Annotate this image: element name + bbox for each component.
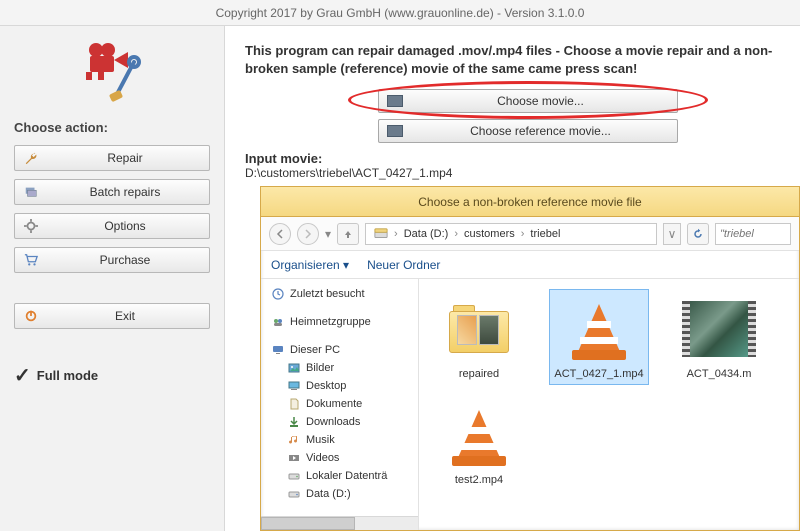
file-name: ACT_0427_1.mp4	[552, 368, 646, 380]
choose-movie-label: Choose movie...	[413, 94, 669, 108]
pictures-icon	[287, 361, 301, 375]
music-icon	[287, 433, 301, 447]
instructions-text: This program can repair damaged .mov/.mp…	[245, 42, 790, 77]
file-item-folder[interactable]: repaired	[429, 289, 529, 385]
desktop-icon	[287, 379, 301, 393]
file-item-video-thumb[interactable]: ACT_0434.m	[669, 289, 769, 385]
file-item-video[interactable]: test2.mp4	[429, 395, 529, 491]
folder-icon	[449, 305, 509, 353]
app-logo	[82, 42, 142, 102]
power-icon	[23, 308, 39, 324]
breadcrumb-seg-0[interactable]: Data (D:)	[400, 228, 453, 240]
file-item-selected[interactable]: ACT_0427_1.mp4	[549, 289, 649, 385]
repair-label: Repair	[49, 151, 201, 165]
dialog-toolbar: Organisieren ▾ Neuer Ordner	[261, 251, 799, 279]
tree-data-drive[interactable]: Data (D:)	[265, 485, 414, 503]
organize-button[interactable]: Organisieren ▾	[271, 258, 349, 272]
file-dialog: Choose a non-broken reference movie file…	[260, 186, 800, 531]
full-mode-indicator: ✓ Full mode	[14, 363, 210, 388]
breadcrumb[interactable]: Data (D:) customers triebel	[365, 223, 657, 245]
vlc-cone-icon	[569, 296, 629, 362]
choose-reference-label: Choose reference movie...	[413, 124, 669, 138]
input-movie-label: Input movie:	[245, 151, 790, 166]
nav-forward-button[interactable]	[297, 223, 319, 245]
options-button[interactable]: Options	[14, 213, 210, 239]
file-pane: repaired ACT_0427_1.mp4 ACT_0434.m test2…	[419, 279, 799, 530]
batch-label: Batch repairs	[49, 185, 201, 199]
breadcrumb-drive-icon	[370, 228, 392, 240]
input-movie-path: D:\customers\triebel\ACT_0427_1.mp4	[245, 166, 790, 180]
breadcrumb-seg-1[interactable]: customers	[460, 228, 519, 240]
batch-repairs-button[interactable]: Batch repairs	[14, 179, 210, 205]
pc-icon	[271, 343, 285, 357]
dialog-title: Choose a non-broken reference movie file	[418, 195, 641, 209]
tree-videos[interactable]: Videos	[265, 449, 414, 467]
vlc-cone-icon	[449, 402, 509, 468]
exit-label: Exit	[49, 309, 201, 323]
file-name: ACT_0434.m	[672, 368, 766, 380]
tree-desktop[interactable]: Desktop	[265, 377, 414, 395]
stack-icon	[23, 184, 39, 200]
breadcrumb-dropdown-icon[interactable]: ∨	[663, 223, 681, 245]
dialog-titlebar: Choose a non-broken reference movie file	[261, 187, 799, 217]
homegroup-icon	[271, 315, 285, 329]
choose-reference-button[interactable]: Choose reference movie...	[378, 119, 678, 143]
nav-back-button[interactable]	[269, 223, 291, 245]
videos-icon	[287, 451, 301, 465]
exit-button[interactable]: Exit	[14, 303, 210, 329]
sidebar: Choose action: Repair Batch repairs Opti…	[0, 26, 225, 531]
documents-icon	[287, 397, 301, 411]
tree-local-disk[interactable]: Lokaler Datenträ	[265, 467, 414, 485]
cart-icon	[23, 252, 39, 268]
refresh-button[interactable]	[687, 223, 709, 245]
choose-movie-button[interactable]: Choose movie...	[378, 89, 678, 113]
tree-bilder[interactable]: Bilder	[265, 359, 414, 377]
file-name: test2.mp4	[432, 474, 526, 486]
tree-downloads[interactable]: Downloads	[265, 413, 414, 431]
options-label: Options	[49, 219, 201, 233]
repair-button[interactable]: Repair	[14, 145, 210, 171]
video-thumbnail-icon	[682, 301, 756, 357]
nav-tree: Zuletzt besucht Heimnetzgruppe Dieser PC…	[261, 279, 419, 530]
film-icon	[387, 125, 403, 137]
recent-dropdown-icon[interactable]: ▾	[325, 227, 331, 241]
film-icon	[387, 95, 403, 107]
tree-thispc[interactable]: Dieser PC	[265, 341, 414, 359]
tree-dokumente[interactable]: Dokumente	[265, 395, 414, 413]
nav-up-button[interactable]	[337, 223, 359, 245]
new-folder-button[interactable]: Neuer Ordner	[367, 258, 440, 272]
disk-icon	[287, 469, 301, 483]
recent-icon	[271, 287, 285, 301]
tree-homegroup[interactable]: Heimnetzgruppe	[265, 313, 414, 331]
file-name: repaired	[432, 368, 526, 380]
full-mode-label: Full mode	[37, 368, 98, 383]
gear-icon	[23, 218, 39, 234]
drive-icon	[287, 487, 301, 501]
window-titlebar: Copyright 2017 by Grau GmbH (www.grauonl…	[0, 0, 800, 26]
purchase-button[interactable]: Purchase	[14, 247, 210, 273]
window-title: Copyright 2017 by Grau GmbH (www.grauonl…	[216, 6, 585, 20]
breadcrumb-seg-2[interactable]: triebel	[526, 228, 564, 240]
downloads-icon	[287, 415, 301, 429]
check-icon: ✓	[14, 363, 31, 388]
wrench-icon	[23, 150, 39, 166]
purchase-label: Purchase	[49, 253, 201, 267]
dialog-navbar: ▾ Data (D:) customers triebel ∨	[261, 217, 799, 251]
tree-scrollbar[interactable]	[261, 516, 418, 530]
tree-musik[interactable]: Musik	[265, 431, 414, 449]
search-input[interactable]	[715, 223, 791, 245]
sidebar-heading: Choose action:	[14, 120, 210, 135]
tree-recent[interactable]: Zuletzt besucht	[265, 285, 414, 303]
